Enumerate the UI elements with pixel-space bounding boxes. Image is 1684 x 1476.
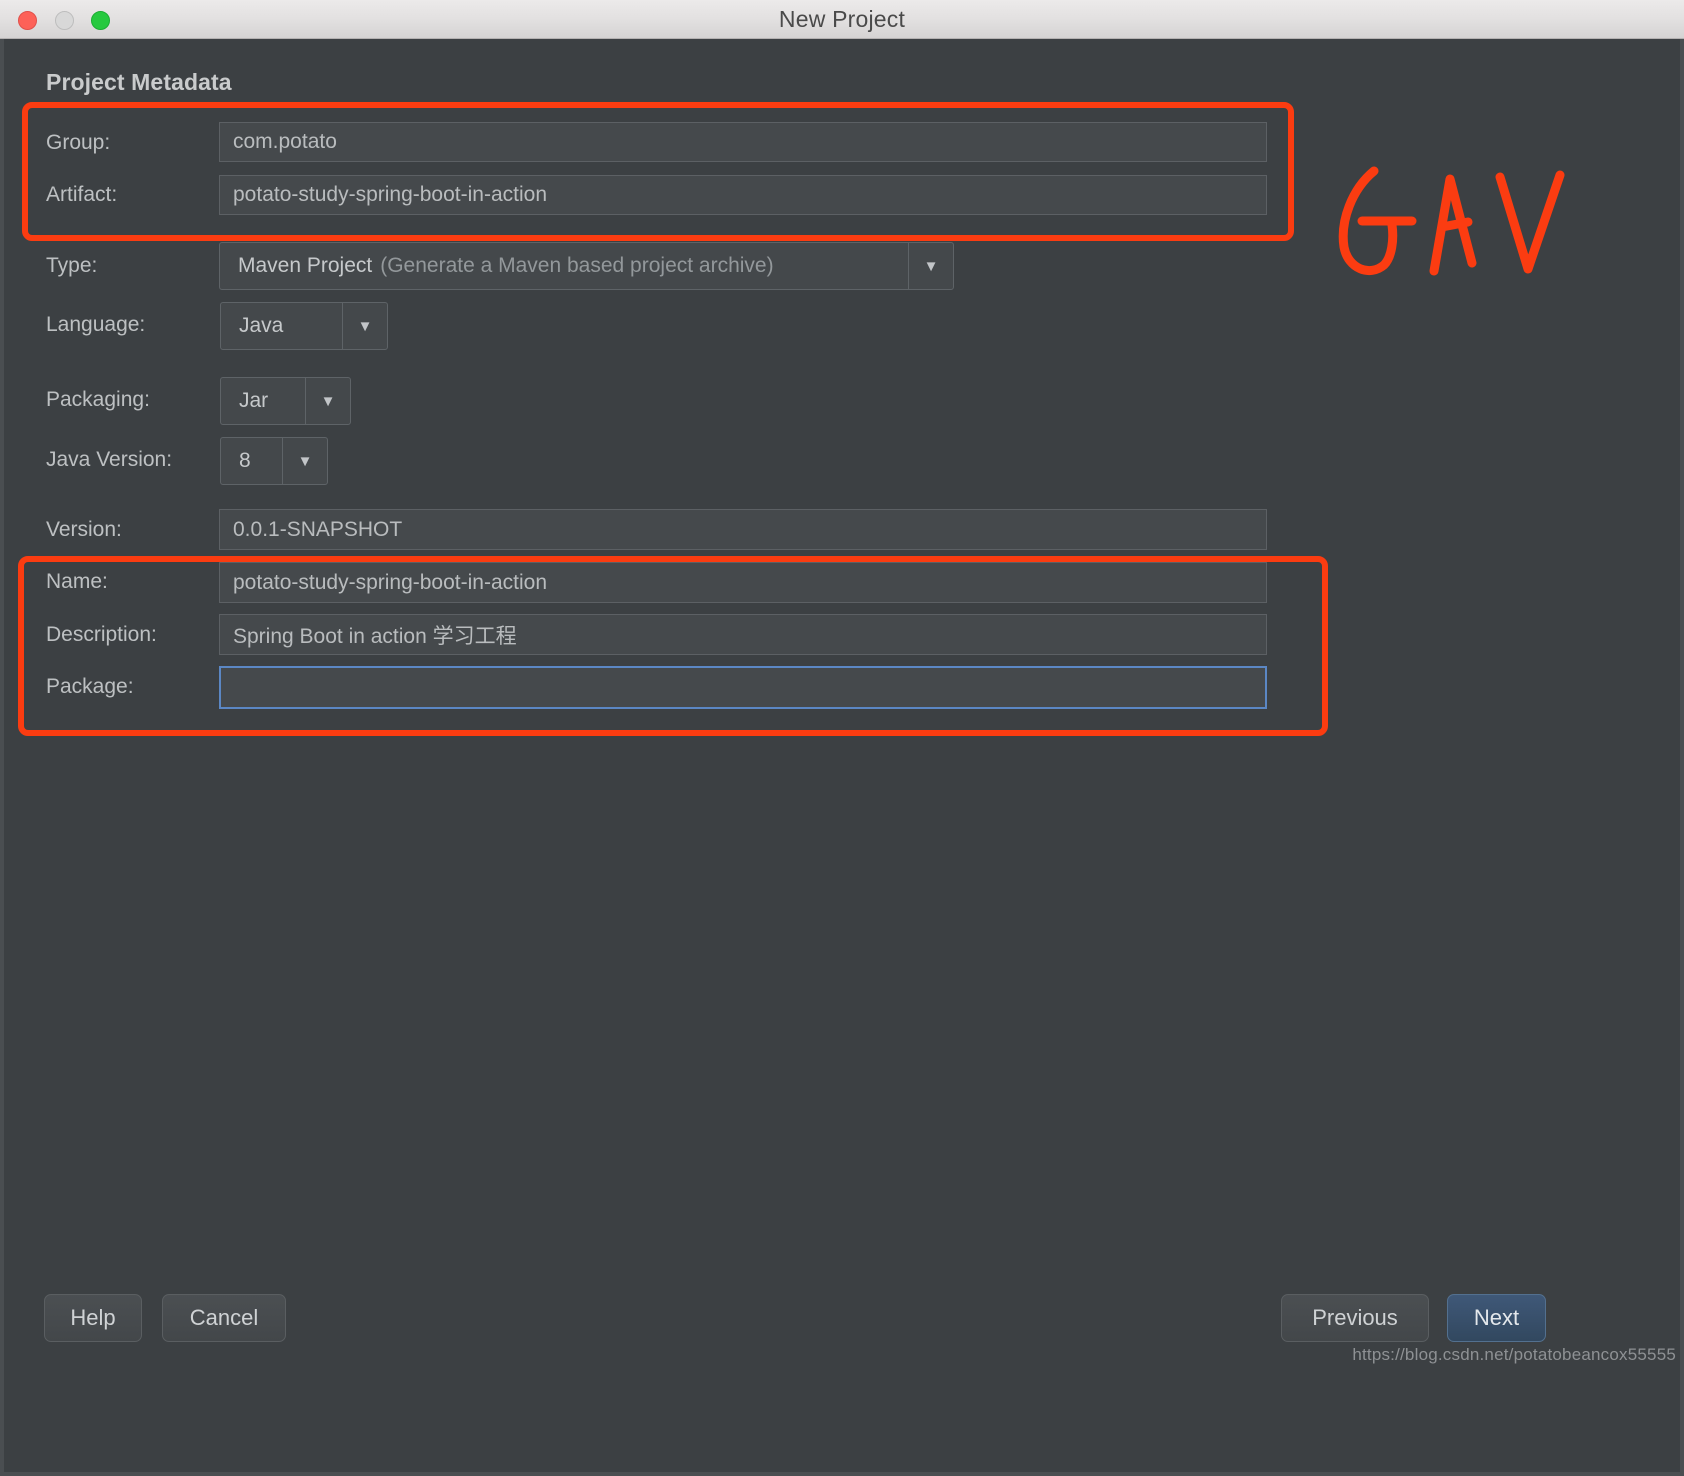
cancel-button[interactable]: Cancel	[162, 1294, 286, 1342]
java-version-label: Java Version:	[46, 448, 173, 471]
artifact-input[interactable]: potato-study-spring-boot-in-action	[219, 175, 1267, 215]
version-label: Version:	[46, 518, 122, 541]
language-combobox-value: Java	[239, 314, 284, 337]
version-input[interactable]: 0.0.1-SNAPSHOT	[219, 509, 1267, 550]
chevron-down-icon[interactable]: ▼	[342, 303, 387, 349]
type-label: Type:	[46, 254, 98, 277]
page-title: Project Metadata	[46, 69, 232, 95]
package-label: Package:	[46, 675, 134, 698]
java-version-combobox-value: 8	[239, 449, 251, 472]
type-combobox[interactable]: Maven Project (Generate a Maven based pr…	[219, 242, 954, 290]
group-label: Group:	[46, 131, 111, 154]
window-titlebar: New Project	[0, 0, 1684, 39]
java-version-combobox[interactable]: 8 ▼	[220, 437, 328, 485]
new-project-dialog-window: New Project Project Metadata Group: com.…	[0, 0, 1684, 1476]
name-input[interactable]: potato-study-spring-boot-in-action	[219, 562, 1267, 603]
chevron-down-icon[interactable]: ▼	[282, 438, 327, 484]
type-value-main: Maven Project	[238, 254, 373, 277]
description-input[interactable]: Spring Boot in action 学习工程	[219, 614, 1267, 655]
dialog-body: Project Metadata Group: com.potato Artif…	[0, 39, 1684, 1476]
group-input[interactable]: com.potato	[219, 122, 1267, 162]
watermark-text: https://blog.csdn.net/potatobeancox55555	[1352, 1345, 1676, 1364]
type-value-detail: (Generate a Maven based project archive)	[380, 254, 774, 277]
chevron-down-icon[interactable]: ▼	[305, 378, 350, 424]
type-combobox-value: Maven Project (Generate a Maven based pr…	[220, 243, 908, 289]
artifact-label: Artifact:	[46, 183, 118, 206]
packaging-combobox-value: Jar	[239, 389, 269, 412]
next-button[interactable]: Next	[1447, 1294, 1546, 1342]
packaging-combobox[interactable]: Jar ▼	[220, 377, 351, 425]
previous-button[interactable]: Previous	[1281, 1294, 1429, 1342]
window-title: New Project	[778, 6, 906, 32]
description-label: Description:	[46, 623, 157, 646]
gav-handwritten-annotation	[1322, 159, 1572, 289]
chevron-down-icon[interactable]: ▼	[908, 243, 953, 289]
gav-handwriting-icon	[1338, 166, 1565, 276]
help-button[interactable]: Help	[44, 1294, 142, 1342]
name-label: Name:	[46, 570, 108, 593]
package-input[interactable]	[219, 666, 1267, 709]
language-combobox[interactable]: Java ▼	[220, 302, 388, 350]
language-label: Language:	[46, 313, 146, 336]
packaging-label: Packaging:	[46, 388, 150, 411]
